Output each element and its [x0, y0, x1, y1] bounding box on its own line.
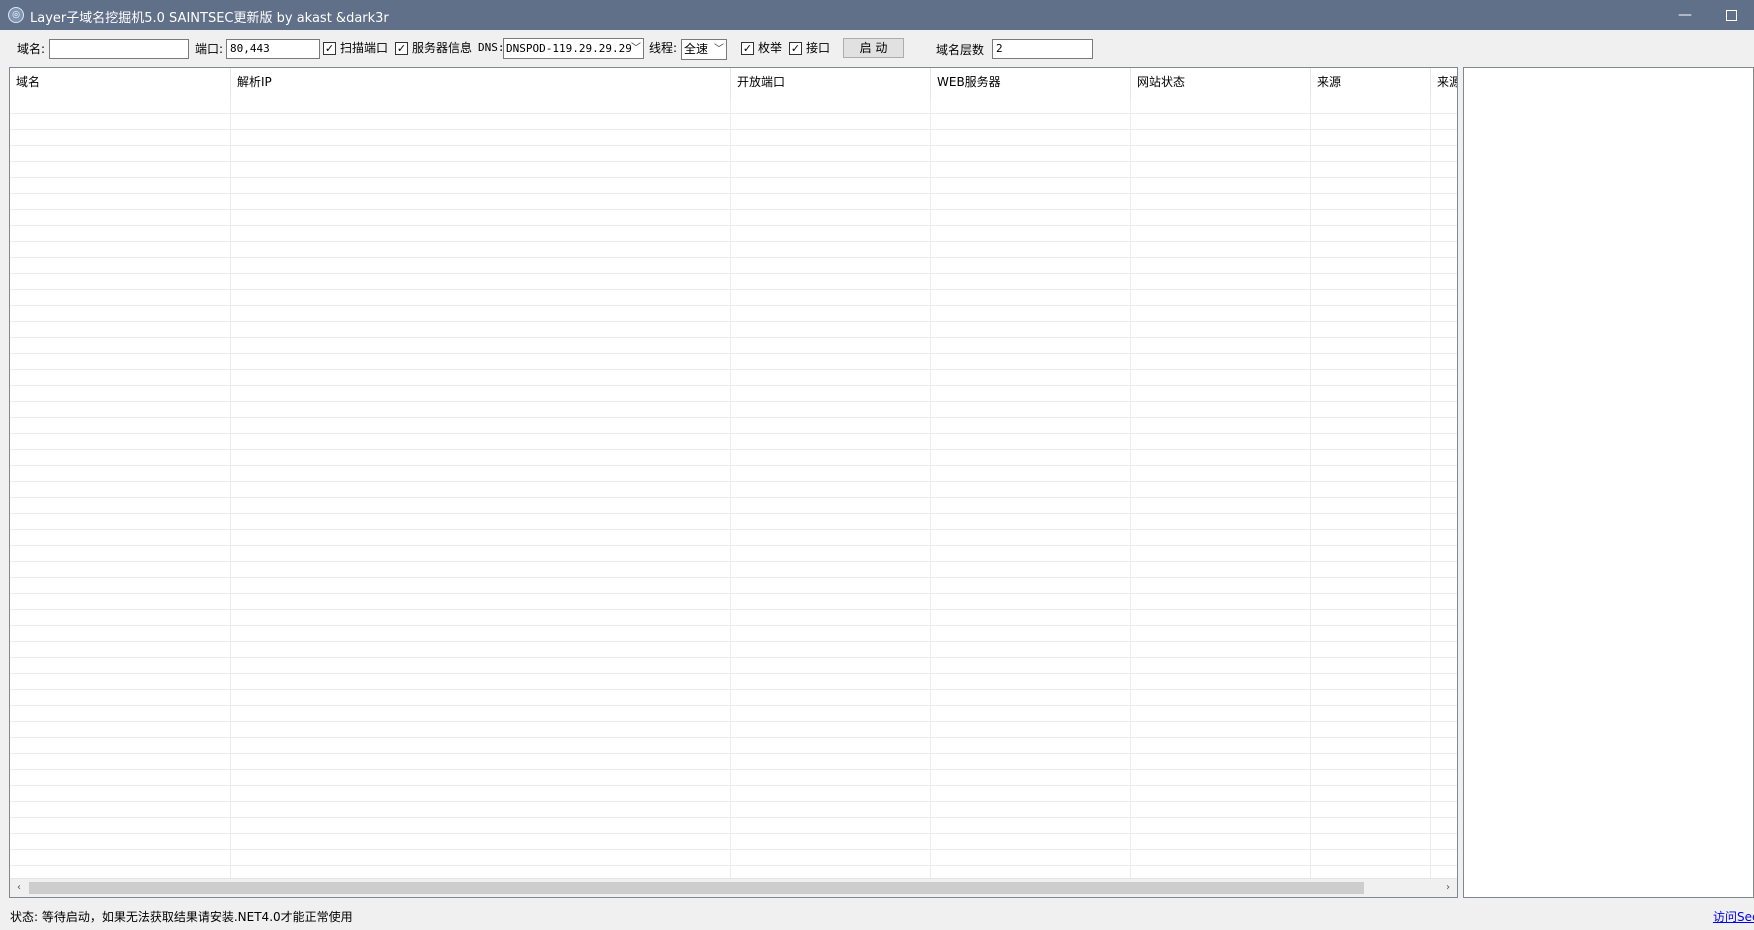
- results-table[interactable]: 域名 解析IP 开放端口 WEB服务器 网站状态 来源 来源 ‹ ›: [9, 67, 1458, 898]
- enum-label: 枚举: [758, 41, 783, 55]
- column-header-resolved-ip[interactable]: 解析IP: [231, 68, 731, 98]
- column-header-open-ports[interactable]: 开放端口: [731, 68, 931, 98]
- depth-input[interactable]: 2: [992, 39, 1093, 59]
- scroll-right-icon[interactable]: ›: [1441, 880, 1455, 896]
- column-header-site-status[interactable]: 网站状态: [1131, 68, 1311, 98]
- column-header-source[interactable]: 来源: [1311, 68, 1431, 98]
- port-label: 端口:: [195, 42, 224, 56]
- title-bar: ◎ Layer子域名挖掘机5.0 SAINTSEC更新版 by akast &d…: [0, 0, 1754, 30]
- maximize-button[interactable]: [1708, 0, 1754, 30]
- column-header-domain[interactable]: 域名: [10, 68, 231, 98]
- scan-port-label: 扫描端口: [340, 41, 389, 55]
- minimize-icon: —: [1678, 7, 1692, 23]
- window-title: Layer子域名挖掘机5.0 SAINTSEC更新版 by akast &dar…: [30, 11, 389, 26]
- visit-link[interactable]: 访问Sec: [1713, 908, 1754, 925]
- thread-select[interactable]: 全速 ﹀: [681, 39, 727, 60]
- app-globe-icon: ◎: [8, 7, 24, 23]
- depth-label: 域名层数: [936, 43, 985, 57]
- domain-input[interactable]: [49, 39, 189, 59]
- minimize-button[interactable]: —: [1662, 0, 1708, 30]
- server-info-label: 服务器信息: [412, 41, 473, 55]
- start-button[interactable]: 启 动: [843, 38, 904, 58]
- server-info-checkbox[interactable]: ✓: [395, 42, 408, 55]
- thread-label: 线程:: [649, 41, 678, 55]
- scroll-left-icon[interactable]: ‹: [12, 880, 26, 896]
- table-header: 域名 解析IP 开放端口 WEB服务器 网站状态 来源 来源: [10, 68, 1457, 98]
- side-panel[interactable]: [1463, 67, 1754, 898]
- chevron-down-icon: ﹀: [631, 43, 641, 54]
- dns-label: DNS:: [478, 41, 505, 54]
- status-text: 状态: 等待启动，如果无法获取结果请安装.NET4.0才能正常使用: [10, 910, 353, 924]
- scrollbar-thumb[interactable]: [29, 882, 1364, 894]
- column-header-source-2[interactable]: 来源: [1431, 68, 1457, 98]
- domain-label: 域名:: [17, 42, 46, 56]
- api-checkbox[interactable]: ✓: [789, 42, 802, 55]
- port-input[interactable]: 80,443: [226, 39, 320, 59]
- table-body: [10, 98, 1457, 878]
- maximize-icon: [1725, 9, 1737, 21]
- dns-value: DNSPOD-119.29.29.29: [506, 42, 632, 55]
- dns-select[interactable]: DNSPOD-119.29.29.29 ﹀: [503, 38, 644, 59]
- chevron-down-icon: ﹀: [714, 44, 724, 55]
- horizontal-scrollbar[interactable]: ‹ ›: [10, 878, 1457, 897]
- thread-value: 全速: [684, 42, 709, 56]
- api-label: 接口: [806, 41, 831, 55]
- scan-port-checkbox[interactable]: ✓: [323, 42, 336, 55]
- status-bar: 状态: 等待启动，如果无法获取结果请安装.NET4.0才能正常使用 访问Sec: [0, 902, 1754, 930]
- column-header-web-server[interactable]: WEB服务器: [931, 68, 1131, 98]
- enum-checkbox[interactable]: ✓: [741, 42, 754, 55]
